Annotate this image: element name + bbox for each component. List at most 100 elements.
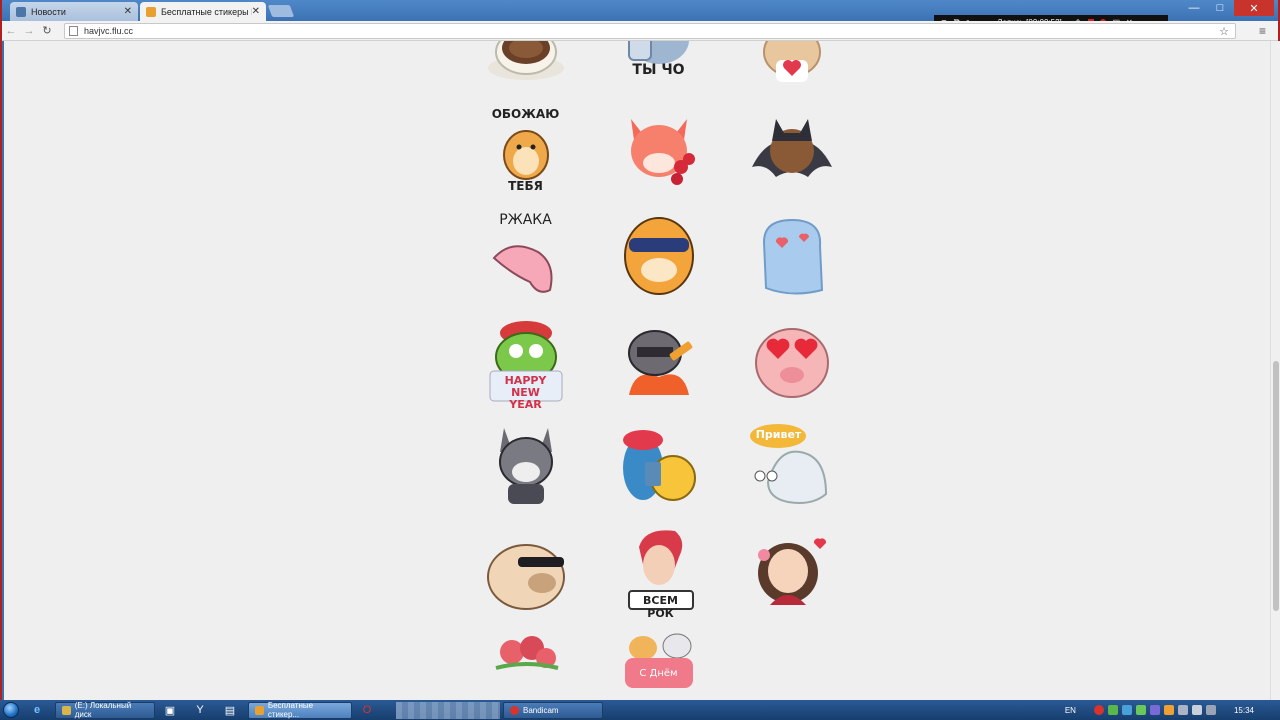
sticker-caption: РЖАКА: [499, 211, 552, 228]
elephant-sticker[interactable]: ТЫ ЧО: [615, 41, 703, 90]
flag-tray-icon[interactable]: [1177, 705, 1188, 715]
tiger-icon: [623, 216, 694, 295]
husky-icon: [498, 427, 553, 504]
forward-arrow-icon[interactable]: →: [20, 25, 38, 37]
url-text[interactable]: havjvc.flu.cc: [84, 26, 133, 36]
sticker-cell[interactable]: [459, 518, 592, 623]
reload-icon[interactable]: ↻: [38, 24, 56, 37]
tab-news[interactable]: Новости ✕: [10, 2, 138, 21]
display-tray-icon[interactable]: [1191, 705, 1202, 715]
task-label: (E:) Локальный диск: [74, 701, 132, 719]
ghost-icon: [762, 218, 823, 294]
sticker-cell[interactable]: [592, 203, 725, 308]
coffee-cup-sticker[interactable]: [482, 41, 570, 90]
maximize-button[interactable]: □: [1208, 0, 1232, 16]
cat-dog-sticker[interactable]: С Днём: [615, 632, 703, 701]
penguin-duck-sticker[interactable]: [615, 422, 703, 510]
page-scrollbar[interactable]: [1270, 41, 1280, 700]
sticker-cell[interactable]: [725, 98, 858, 203]
yandex-browser-icon[interactable]: Y: [189, 701, 211, 719]
new-tab-button[interactable]: [267, 5, 295, 17]
sticker-favicon-icon: [146, 6, 156, 17]
page-content: ТЫ ЧО ОБОЖАЮ ТЕБЯ РЖАКА HAPPY NEW YEAR П…: [4, 41, 1270, 700]
taskbar-clock[interactable]: 15:34: [1234, 706, 1254, 715]
media-pin-icon[interactable]: ▤: [219, 701, 241, 719]
seal-privet-sticker[interactable]: Привет: [748, 422, 836, 510]
app-tray-icon[interactable]: [1149, 705, 1160, 715]
address-bar[interactable]: havjvc.flu.cc ☆: [64, 23, 1236, 39]
sticker-cell[interactable]: [592, 413, 725, 518]
hamster-sticker[interactable]: ОБОЖАЮ ТЕБЯ: [482, 107, 570, 195]
fox-roses-sticker[interactable]: [615, 107, 703, 195]
task-label: Bandicam: [523, 705, 559, 715]
start-button[interactable]: [0, 700, 22, 720]
download-tray-icon[interactable]: [1135, 705, 1146, 715]
taskbar-item-bandicam[interactable]: Bandicam: [503, 701, 603, 719]
internet-explorer-icon[interactable]: e: [26, 701, 48, 719]
raccoon-chainsaw-sticker[interactable]: [615, 317, 703, 405]
vk-favicon-icon: [16, 6, 26, 17]
sticker-caption: ВСЕМ РОК: [643, 593, 678, 620]
sticker-cell[interactable]: С Днём: [592, 623, 725, 700]
om-nom-sticker[interactable]: HAPPY NEW YEAR: [482, 317, 570, 410]
penguin-duck-icon: [622, 429, 696, 501]
sticker-cell[interactable]: ТЫ ЧО: [592, 41, 725, 98]
pig-rzhaka-sticker[interactable]: РЖАКА: [482, 212, 570, 300]
bookmark-star-icon[interactable]: ☆: [1219, 25, 1229, 38]
browser-window: Новости ✕ Бесплатные стикеры ВК ✕ — □ ✕ …: [0, 0, 1280, 700]
update-tray-icon[interactable]: [1121, 705, 1132, 715]
back-arrow-icon[interactable]: ←: [2, 25, 20, 37]
tab-stickers[interactable]: Бесплатные стикеры ВК ✕: [140, 2, 266, 21]
batman-owl-sticker[interactable]: [748, 107, 836, 195]
opera-icon[interactable]: O: [356, 701, 378, 719]
sticker-cell[interactable]: [459, 623, 592, 700]
sticker-caption-top: ОБОЖАЮ: [491, 106, 560, 121]
sticker-cell[interactable]: [725, 518, 858, 623]
fox-icon: [630, 118, 695, 185]
language-indicator[interactable]: EN: [1065, 706, 1076, 715]
sticker-cell[interactable]: ВСЕМ РОК: [592, 518, 725, 623]
cat-heart-sticker[interactable]: [748, 41, 836, 90]
tiger-sunglasses-sticker[interactable]: [615, 212, 703, 300]
rocker-girl-sticker[interactable]: ВСЕМ РОК: [615, 527, 703, 620]
sticker-cell[interactable]: Привет: [725, 413, 858, 518]
sticker-cell[interactable]: [459, 41, 592, 98]
window-controls: — □ ✕: [1182, 0, 1274, 16]
sticker-cell[interactable]: [725, 308, 858, 413]
husky-sticker[interactable]: [482, 422, 570, 510]
sticker-cell[interactable]: [725, 41, 858, 98]
sticker-cell[interactable]: РЖАКА: [459, 203, 592, 308]
sticker-caption-bottom: ТЕБЯ: [508, 178, 543, 193]
sticker-cell[interactable]: [592, 98, 725, 203]
tab-label: Бесплатные стикеры ВК: [161, 6, 252, 17]
tab-close-icon[interactable]: ✕: [252, 6, 260, 17]
sticker-cell[interactable]: [459, 413, 592, 518]
ghost-hearts-sticker[interactable]: [748, 212, 836, 300]
explorer-pin-icon[interactable]: ▣: [159, 701, 181, 719]
sticker-cell[interactable]: ОБОЖАЮ ТЕБЯ: [459, 98, 592, 203]
system-tray: EN 15:34: [1065, 700, 1280, 720]
minimize-button[interactable]: —: [1182, 0, 1206, 16]
pig-heart-eyes-sticker[interactable]: [748, 317, 836, 405]
raccoon-icon: [627, 329, 692, 395]
sticker-cell[interactable]: [592, 308, 725, 413]
menu-icon[interactable]: ≡: [1259, 24, 1266, 38]
scrollbar-thumb[interactable]: [1273, 361, 1279, 611]
taskbar-item-browser[interactable]: Бесплатные стикер...: [248, 701, 352, 719]
roses-sticker[interactable]: [482, 632, 570, 701]
sticker-cell[interactable]: [725, 203, 858, 308]
sticker-caption: ТЫ ЧО: [632, 61, 685, 78]
sticker-grid: ТЫ ЧО ОБОЖАЮ ТЕБЯ РЖАКА HAPPY NEW YEAR П…: [459, 41, 858, 700]
girl-hearts-sticker[interactable]: [748, 527, 836, 615]
tools-tray-icon[interactable]: [1163, 705, 1174, 715]
volume-tray-icon[interactable]: [1205, 705, 1216, 715]
pug-sunglasses-sticker[interactable]: [482, 527, 570, 615]
taskbar-item-explorer[interactable]: (E:) Локальный диск: [55, 701, 155, 719]
windows-logo-icon: [3, 702, 19, 718]
cat-dog-icon: [624, 633, 693, 688]
close-window-button[interactable]: ✕: [1234, 0, 1274, 16]
tab-close-icon[interactable]: ✕: [124, 6, 132, 17]
record-tray-icon[interactable]: [1093, 705, 1104, 715]
network-tray-icon[interactable]: [1107, 705, 1118, 715]
sticker-cell[interactable]: HAPPY NEW YEAR: [459, 308, 592, 413]
